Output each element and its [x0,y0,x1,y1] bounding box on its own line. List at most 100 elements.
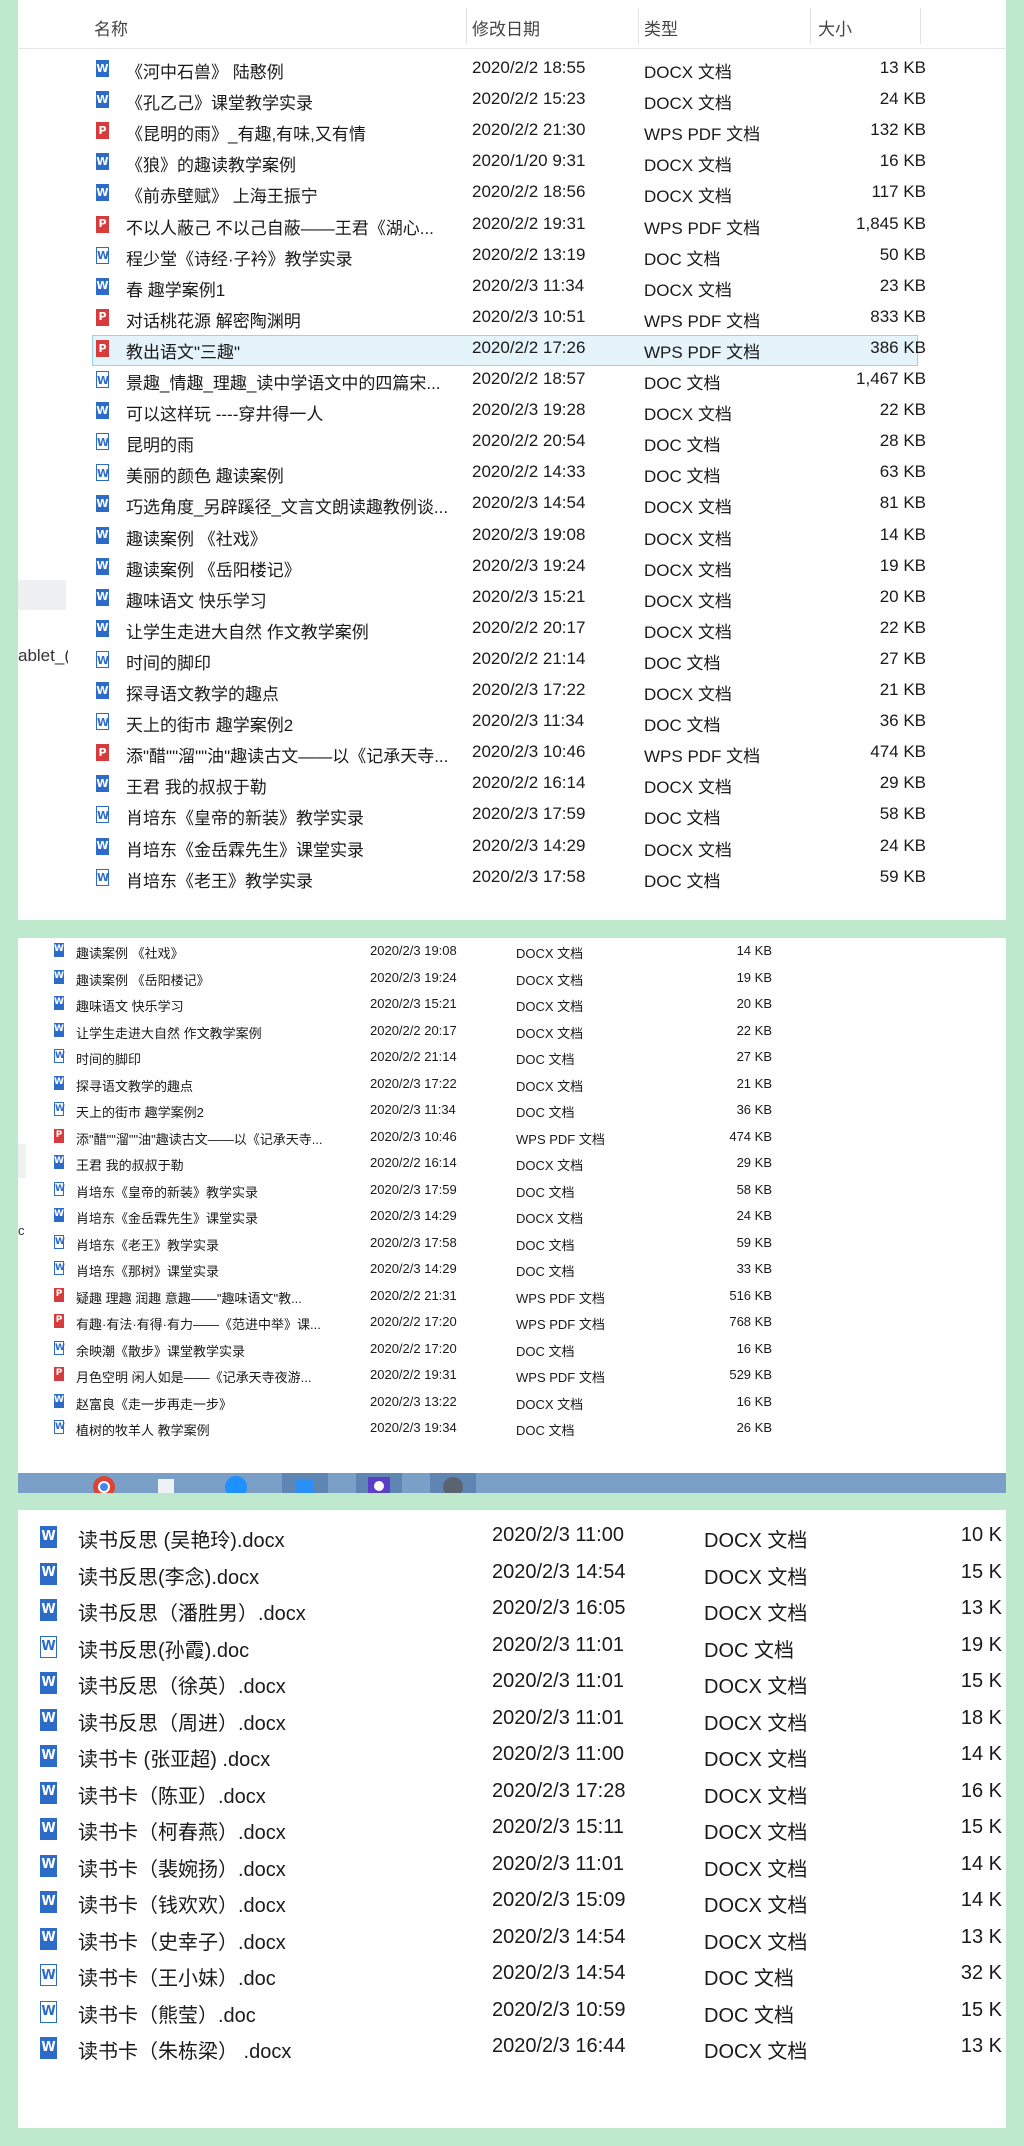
file-row[interactable]: W 读书卡 (张亚超) .docx 2020/2/3 11:00 DOCX 文档 14 … [18,1743,1006,1780]
file-name: 赵富良《走一步再走一步》 [76,1396,233,1412]
file-type: WPS PDF 文档 [644,311,761,331]
file-row[interactable]: P 不以人蔽己 不以己自蔽——王君《湖心... 2020/2/2 19:31 WPS … [18,214,1006,245]
file-type: DOCX 文档 [644,156,732,176]
file-row[interactable]: W 读书卡（钱欢欢）.docx 2020/2/3 15:09 DOCX 文档 14 K [18,1889,1006,1926]
file-row[interactable]: W 读书卡（裴婉扬）.docx 2020/2/3 11:01 DOCX 文档 14 K [18,1853,1006,1890]
file-row[interactable]: W 余映潮《散步》课堂教学实录 2020/2/2 17:20 DOC 文档 16 KB [18,1340,1006,1368]
file-row[interactable]: W 时间的脚印 2020/2/2 21:14 DOC 文档 27 KB [18,1049,1006,1076]
file-row[interactable]: P 对话桃花源 解密陶渊明 2020/2/3 10:51 WPS PDF 文档 833 … [18,307,1006,338]
column-date[interactable]: 修改日期 [472,15,540,40]
file-row[interactable]: W 天上的街市 趣学案例2 2020/2/3 11:34 DOC 文档 36 KB [18,711,1006,742]
file-type: DOC 文档 [644,436,721,456]
file-name: 天上的街市 趣学案例2 [126,716,294,736]
file-size: 21 KB [736,1075,772,1091]
file-row[interactable]: W 读书反思（周进）.docx 2020/2/3 11:01 DOCX 文档 18 K [18,1707,1006,1744]
file-row[interactable]: W 肖培东《那树》课堂实录 2020/2/3 14:29 DOC 文档 33 KB [18,1261,1006,1288]
file-row[interactable]: W 趣读案例 《社戏》 2020/2/3 19:08 DOCX 文档 14 KB [18,525,1006,556]
file-row[interactable]: P 月色空明 闲人如是——《记承天寺夜游... 2020/2/2 19:31 WPS … [18,1367,1006,1394]
file-row[interactable]: W 美丽的颜色 趣读案例 2020/2/2 14:33 DOC 文档 63 KB [18,462,1006,493]
column-type[interactable]: 类型 [644,15,678,40]
file-row[interactable]: W 肖培东《老王》教学实录 2020/2/3 17:58 DOC 文档 59 KB [18,1234,1006,1262]
file-date: 2020/2/3 17:59 [472,804,586,824]
file-size: 29 KB [879,773,926,793]
browser-taskbar-icon[interactable] [214,1473,258,1493]
file-date: 2020/2/3 11:01 [492,1852,624,1875]
file-row[interactable]: P 有趣·有法·有得·有力——《范进中举》课... 2020/2/2 17:20 WP… [18,1314,1006,1341]
file-size: 59 KB [879,866,926,886]
file-row[interactable]: W 肖培东《老王》教学实录 2020/2/3 17:58 DOC 文档 59 KB [18,867,1006,898]
file-row[interactable]: W 趣读案例 《岳阳楼记》 2020/2/3 19:24 DOCX 文档 19 KB [18,969,1006,997]
file-row[interactable]: W 肖培东《皇帝的新装》教学实录 2020/2/3 17:59 DOC 文档 58 KB [18,804,1006,835]
file-taskbar-icon[interactable] [148,1473,184,1493]
file-type: DOCX 文档 [644,591,732,611]
file-date: 2020/2/3 14:54 [492,1560,626,1583]
file-row[interactable]: W 肖培东《金岳霖先生》课堂实录 2020/2/3 14:29 DOCX 文档 24 K… [18,836,1006,867]
file-row[interactable]: W 探寻语文教学的趣点 2020/2/3 17:22 DOCX 文档 21 KB [18,680,1006,711]
file-date: 2020/2/2 16:14 [370,1155,457,1170]
file-size: 21 KB [879,680,926,699]
chrome-taskbar-icon[interactable] [82,1473,126,1493]
file-row[interactable]: W 读书卡（史幸子）.docx 2020/2/3 14:54 DOCX 文档 13 K [18,1926,1006,1963]
file-row[interactable]: W 趣读案例 《岳阳楼记》 2020/2/3 19:24 DOCX 文档 19 KB [18,556,1006,587]
column-name[interactable]: 名称 [94,15,128,40]
file-row[interactable]: P 添"醋""溜""油"趣读古文——以《记承天寺... 2020/2/3 10:46… [18,1128,1006,1156]
file-row[interactable]: W 《孔乙己》课堂教学实录 2020/2/2 15:23 DOCX 文档 24 KB [18,89,1006,120]
word-docx-icon: W [40,1562,57,1585]
file-row-selected[interactable]: P 教出语文"三趣" 2020/2/2 17:26 WPS PDF 文档 386 KB [18,338,1006,369]
file-row[interactable]: W 读书反思(孙霞).doc 2020/2/3 11:01 DOC 文档 19 K [18,1634,1006,1671]
file-row[interactable]: W 读书反思(李念).docx 2020/2/3 14:54 DOCX 文档 15 K [18,1561,1006,1598]
file-row[interactable]: P 疑趣 理趣 润趣 意趣——"趣味语文"教... 2020/2/2 21:31 WP… [18,1287,1006,1315]
file-date: 2020/2/3 11:34 [370,1102,456,1117]
file-row[interactable]: W 探寻语文教学的趣点 2020/2/3 17:22 DOCX 文档 21 KB [18,1075,1006,1103]
word-docx-icon: W [96,619,109,637]
file-row[interactable]: W 昆明的雨 2020/2/2 20:54 DOC 文档 28 KB [18,431,1006,462]
file-row[interactable]: W 读书反思（潘胜男）.docx 2020/2/3 16:05 DOCX 文档 13 K [18,1597,1006,1634]
file-row[interactable]: W 肖培东《皇帝的新装》教学实录 2020/2/3 17:59 DOC 文档 58 KB [18,1181,1006,1209]
file-row[interactable]: W 春 趣学案例1 2020/2/3 11:34 DOCX 文档 23 KB [18,276,1006,307]
file-row[interactable]: W 肖培东《金岳霖先生》课堂实录 2020/2/3 14:29 DOCX 文档 24 K… [18,1208,1006,1235]
file-row[interactable]: W 趣读案例 《社戏》 2020/2/3 19:08 DOCX 文档 14 KB [18,943,1006,970]
file-date: 2020/2/2 18:55 [472,58,586,77]
file-row[interactable]: W 景趣_情趣_理趣_读中学语文中的四篇宋... 2020/2/2 18:57 DOC… [18,369,1006,400]
pdf-icon: P [54,1314,64,1328]
file-row[interactable]: W 读书反思（徐英）.docx 2020/2/3 11:01 DOCX 文档 15 K [18,1670,1006,1707]
file-row[interactable]: W 时间的脚印 2020/2/2 21:14 DOC 文档 27 KB [18,649,1006,680]
file-row[interactable]: W 《前赤壁赋》 上海王振宁 2020/2/2 18:56 DOCX 文档 117 KB [18,182,1006,213]
word-docx-icon: W [40,1818,57,1840]
file-name: 读书卡（裴婉扬）.docx [78,1858,286,1881]
app-taskbar-icon[interactable] [282,1473,328,1493]
file-row[interactable]: W 读书卡（熊莹）.doc 2020/2/3 10:59 DOC 文档 15 K [18,1999,1006,2036]
word-docx-icon: W [40,1526,57,1548]
file-row[interactable]: W 王君 我的叔叔于勒 2020/2/2 16:14 DOCX 文档 29 KB [18,1155,1006,1182]
column-size[interactable]: 大小 [818,15,852,40]
file-row[interactable]: W 让学生走进大自然 作文教学案例 2020/2/2 20:17 DOCX 文档 22 … [18,618,1006,649]
file-row[interactable]: W 天上的街市 趣学案例2 2020/2/3 11:34 DOC 文档 36 KB [18,1102,1006,1129]
file-row[interactable]: W 读书卡（柯春燕）.docx 2020/2/3 15:11 DOCX 文档 15 K [18,1816,1006,1853]
file-row[interactable]: W 读书卡（朱栋梁） .docx 2020/2/3 16:44 DOCX 文档 13 K [18,2035,1006,2072]
file-row[interactable]: W 读书卡（陈亚）.docx 2020/2/3 17:28 DOCX 文档 16 K [18,1780,1006,1817]
file-row[interactable]: P 添"醋""溜""油"趣读古文——以《记承天寺... 2020/2/3 10:46… [18,742,1006,773]
file-row[interactable]: W 赵富良《走一步再走一步》 2020/2/3 13:22 DOCX 文档 16 KB [18,1393,1006,1421]
file-row[interactable]: P 《昆明的雨》_有趣,有味,又有情 2020/2/2 21:30 WPS PDF 文… [18,120,1006,151]
word-doc-icon: W [96,806,109,824]
word-docx-icon: W [54,1393,64,1408]
file-row[interactable]: W 《河中石兽》 陆憨例 2020/2/2 18:55 DOCX 文档 13 KB [18,58,1006,89]
file-row[interactable]: W 巧选角度_另辟蹊径_文言文朗读趣教例谈... 2020/2/3 14:54 DOC… [18,493,1006,524]
file-size: 29 KB [736,1155,772,1170]
file-row[interactable]: W 趣味语文 快乐学习 2020/2/3 15:21 DOCX 文档 20 KB [18,996,1006,1023]
pdf-icon: P [96,308,109,326]
file-row[interactable]: W 读书卡（王小妹）.doc 2020/2/3 14:54 DOC 文档 32 K [18,1962,1006,1999]
file-row[interactable]: W 趣味语文 快乐学习 2020/2/3 15:21 DOCX 文档 20 KB [18,587,1006,618]
file-row[interactable]: W 王君 我的叔叔于勒 2020/2/2 16:14 DOCX 文档 29 KB [18,773,1006,804]
file-row[interactable]: W 植树的牧羊人 教学案例 2020/2/3 19:34 DOC 文档 26 KB [18,1420,1006,1447]
file-row[interactable]: W 读书反思 (吴艳玲).docx 2020/2/3 11:00 DOCX 文档 10 … [18,1524,1006,1561]
file-row[interactable]: W 程少堂《诗经·子衿》教学实录 2020/2/2 13:19 DOC 文档 50 KB [18,245,1006,276]
tool-taskbar-icon[interactable] [430,1473,476,1493]
word-docx-icon: W [96,184,109,202]
word-doc-icon: W [40,1635,57,1658]
file-row[interactable]: W 《狼》的趣读教学案例 2020/1/20 9:31 DOCX 文档 16 KB [18,151,1006,182]
file-row[interactable]: W 可以这样玩 ----穿井得一人 2020/2/3 19:28 DOCX 文档 22 … [18,400,1006,431]
file-row[interactable]: W 让学生走进大自然 作文教学案例 2020/2/2 20:17 DOCX 文档 22 … [18,1022,1006,1050]
settings-taskbar-icon[interactable] [356,1473,402,1493]
file-size: 33 KB [736,1261,772,1276]
